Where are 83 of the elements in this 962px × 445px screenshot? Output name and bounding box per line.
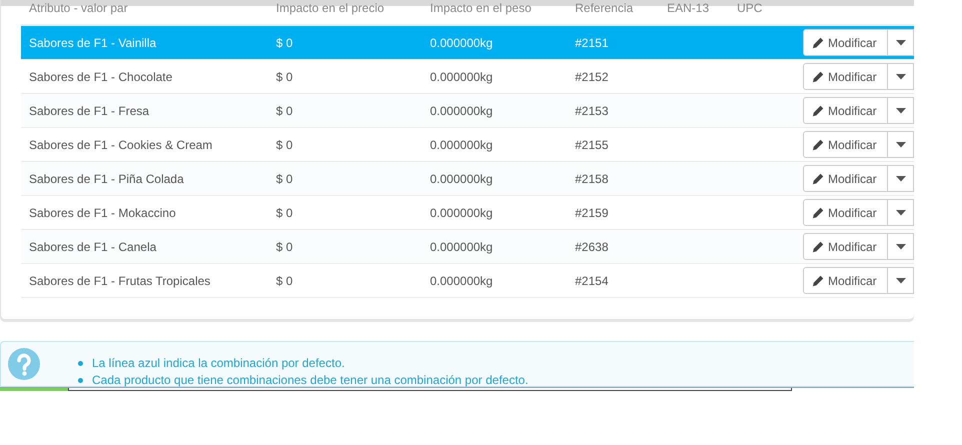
edit-button[interactable]: Modificar bbox=[803, 233, 888, 260]
edit-button[interactable]: Modificar bbox=[803, 165, 888, 192]
pencil-icon bbox=[812, 36, 824, 48]
edit-button[interactable]: Modificar bbox=[803, 97, 888, 124]
table-cell-text: 0.000000kg bbox=[429, 206, 494, 220]
table-cell-text: Sabores de F1 - Vainilla bbox=[28, 36, 158, 50]
column-header: UPC bbox=[736, 0, 764, 15]
table-cell-text: Sabores de F1 - Fresa bbox=[28, 104, 150, 118]
table-cell-text: #2159 bbox=[574, 206, 610, 220]
table-row[interactable]: Sabores de F1 - Mokaccino $ 0 0.000000kg #2159 Modificar bbox=[21, 196, 914, 230]
table-cell-text: 0.000000kg bbox=[429, 104, 494, 118]
table-cell-text: #2158 bbox=[574, 172, 610, 186]
table-cell-text: 0.000000kg bbox=[429, 36, 494, 50]
table-cell-text: $ 0 bbox=[275, 138, 294, 152]
table-cell-text: Sabores de F1 - Piña Colada bbox=[28, 172, 185, 186]
dropdown-button[interactable] bbox=[888, 63, 914, 90]
edit-button[interactable]: Modificar bbox=[803, 29, 888, 56]
column-header: Impacto en el precio bbox=[275, 0, 386, 15]
edit-button[interactable]: Modificar bbox=[803, 131, 888, 158]
edit-button[interactable]: Modificar bbox=[803, 63, 888, 90]
table-cell-text: $ 0 bbox=[275, 104, 294, 118]
pencil-icon bbox=[812, 138, 824, 150]
table-cell-text: $ 0 bbox=[275, 274, 294, 288]
table-cell-text: $ 0 bbox=[275, 70, 294, 84]
table-cell-text: 0.000000kg bbox=[429, 138, 494, 152]
caret-icon bbox=[896, 40, 906, 46]
table-cell-text: 0.000000kg bbox=[429, 70, 494, 84]
edit-button[interactable]: Modificar bbox=[803, 267, 888, 294]
table-row[interactable]: Sabores de F1 - Chocolate $ 0 0.000000kg #2152 Modificar bbox=[21, 60, 914, 94]
table-row[interactable]: Sabores de F1 - Piña Colada $ 0 0.000000kg #2158 Modificar bbox=[21, 162, 914, 196]
pencil-icon bbox=[812, 70, 824, 82]
table-cell-text: 0.000000kg bbox=[429, 172, 494, 186]
pencil-icon bbox=[812, 206, 824, 218]
caret-icon bbox=[896, 278, 906, 284]
bullet-icon bbox=[78, 361, 83, 366]
table-cell-text: $ 0 bbox=[275, 36, 294, 50]
table-cell-text: Sabores de F1 - Cookies & Cream bbox=[28, 138, 214, 152]
column-header: Impacto en el peso bbox=[429, 0, 532, 15]
dropdown-button[interactable] bbox=[888, 267, 914, 294]
caret-icon bbox=[896, 176, 906, 182]
dropdown-button[interactable] bbox=[888, 233, 914, 260]
table-cell-text: Sabores de F1 - Canela bbox=[28, 240, 158, 254]
table-cell-text: $ 0 bbox=[275, 240, 294, 254]
table-cell-text: 0.000000kg bbox=[429, 274, 494, 288]
edit-button[interactable]: Modificar bbox=[803, 199, 888, 226]
table-row[interactable]: Sabores de F1 - Frutas Tropicales $ 0 0.000000kg #2154 Modificar bbox=[21, 264, 914, 298]
help-text: Cada producto que tiene combinaciones debe tener una combinación por defecto. bbox=[92, 372, 528, 389]
table-cell-text: #2638 bbox=[574, 240, 610, 254]
table-cell-text: $ 0 bbox=[275, 206, 294, 220]
dropdown-button[interactable] bbox=[888, 29, 914, 56]
pencil-icon bbox=[812, 274, 824, 286]
table-row[interactable]: Sabores de F1 - Vainilla $ 0 0.000000kg #2151 Modificar bbox=[21, 26, 914, 60]
table-cell-text: #2153 bbox=[574, 104, 610, 118]
dropdown-button[interactable] bbox=[888, 131, 914, 158]
pencil-icon bbox=[812, 240, 824, 252]
table-cell-text: 0.000000kg bbox=[429, 240, 494, 254]
table-row[interactable]: Sabores de F1 - Fresa $ 0 0.000000kg #2153 Modificar bbox=[21, 94, 914, 128]
dropdown-button[interactable] bbox=[888, 97, 914, 124]
table-cell-text: #2152 bbox=[574, 70, 610, 84]
help-icon bbox=[8, 348, 40, 380]
table-cell-text: Sabores de F1 - Chocolate bbox=[28, 70, 174, 84]
table-cell-text: #2154 bbox=[574, 274, 610, 288]
help-text: La línea azul indica la combinación por defecto. bbox=[92, 355, 345, 372]
caret-icon bbox=[896, 108, 906, 114]
table-cell-text: Sabores de F1 - Frutas Tropicales bbox=[28, 274, 212, 288]
caret-icon bbox=[896, 244, 906, 250]
dropdown-button[interactable] bbox=[888, 165, 914, 192]
table-cell-text: #2151 bbox=[574, 36, 610, 50]
caret-icon bbox=[896, 210, 906, 216]
caret-icon bbox=[896, 74, 906, 80]
column-header: Atributo - valor par bbox=[28, 0, 129, 15]
table-row[interactable]: Sabores de F1 - Canela $ 0 0.000000kg #2638 Modificar bbox=[21, 230, 914, 264]
bullet-icon bbox=[78, 378, 83, 383]
column-header: EAN-13 bbox=[666, 0, 710, 15]
dropdown-button[interactable] bbox=[888, 199, 914, 226]
pencil-icon bbox=[812, 172, 824, 184]
caret-icon bbox=[896, 142, 906, 148]
table-cell-text: #2155 bbox=[574, 138, 610, 152]
pencil-icon bbox=[812, 104, 824, 116]
table-cell-text: $ 0 bbox=[275, 172, 294, 186]
table-row[interactable]: Sabores de F1 - Cookies & Cream $ 0 0.000000kg #2155 Modificar bbox=[21, 128, 914, 162]
column-header: Referencia bbox=[574, 0, 634, 15]
table-cell-text: Sabores de F1 - Mokaccino bbox=[28, 206, 177, 220]
